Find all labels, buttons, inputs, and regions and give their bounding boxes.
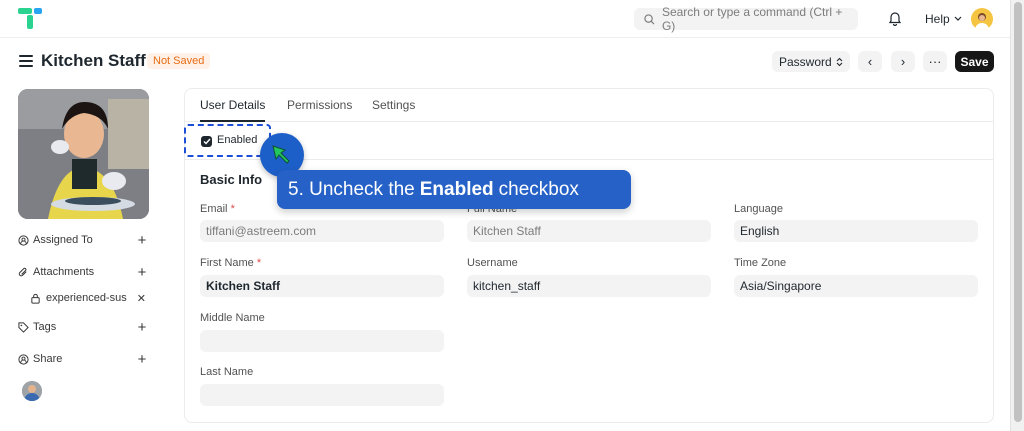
highlight-box [184, 124, 271, 157]
more-button[interactable]: ··· [923, 51, 947, 72]
email-label: Email * [200, 203, 235, 215]
next-icon: › [900, 54, 906, 69]
logo-icon[interactable] [18, 8, 44, 30]
sidebar-item-share[interactable]: Share + [18, 350, 148, 368]
sidebar-item-attachments[interactable]: Attachments + [18, 263, 148, 281]
menu-icon[interactable] [19, 55, 33, 67]
search-placeholder: Search or type a command (Ctrl + G) [661, 5, 843, 33]
top-navbar: Search or type a command (Ctrl + G) Help [0, 0, 1010, 38]
active-tab-indicator [200, 120, 265, 122]
help-label: Help [925, 12, 950, 26]
sidebar-item-assigned-to[interactable]: Assigned To + [18, 231, 148, 249]
help-menu[interactable]: Help [925, 12, 962, 26]
password-select[interactable]: Password [772, 51, 850, 72]
status-badge: Not Saved [147, 53, 211, 69]
full-name-field[interactable]: Kitchen Staff [467, 220, 711, 242]
chevron-down-icon [954, 16, 962, 21]
lock-icon [31, 293, 40, 304]
attachment-name[interactable]: experienced-sus [46, 292, 127, 304]
last-name-label: Last Name [200, 366, 254, 378]
sidebar-item-label: Share [33, 353, 63, 365]
chevron-updown-icon [836, 57, 843, 66]
form-card: User Details Permissions Settings Enable… [184, 88, 994, 423]
page-title: Kitchen Staff [41, 51, 146, 70]
tutorial-callout: 5. Uncheck the Enabled checkbox [277, 170, 631, 209]
email-field[interactable]: tiffani@astreem.com [200, 220, 444, 242]
next-button[interactable]: › [891, 51, 915, 72]
plus-icon[interactable]: + [136, 264, 148, 281]
paperclip-icon [18, 267, 27, 276]
middle-name-field[interactable] [200, 330, 444, 352]
callout-bold: Enabled [419, 178, 494, 200]
prev-button[interactable]: ‹ [858, 51, 882, 72]
tab-settings[interactable]: Settings [372, 98, 415, 112]
plus-icon[interactable]: + [136, 232, 148, 249]
tab-user-details[interactable]: User Details [200, 98, 265, 112]
language-label: Language [734, 203, 783, 215]
section-title: Basic Info [200, 172, 263, 187]
plus-icon[interactable]: + [136, 319, 148, 336]
user-check-icon [18, 234, 29, 246]
enabled-row: Enabled [185, 123, 993, 160]
tab-permissions[interactable]: Permissions [287, 98, 352, 112]
language-field[interactable]: English [734, 220, 978, 242]
scrollbar[interactable] [1010, 0, 1024, 431]
sidebar-item-tags[interactable]: Tags + [18, 318, 148, 336]
username-label: Username [467, 257, 518, 269]
callout-prefix: 5. Uncheck the [288, 178, 415, 200]
time-zone-label: Time Zone [734, 257, 787, 269]
prev-icon: ‹ [867, 54, 873, 69]
shared-user-avatar[interactable] [22, 381, 42, 401]
search-icon [644, 13, 655, 24]
bell-icon[interactable] [888, 11, 902, 26]
first-name-label: First Name * [200, 257, 262, 269]
save-button[interactable]: Save [955, 51, 994, 72]
sidebar-item-label: Assigned To [33, 234, 93, 246]
scrollbar-thumb[interactable] [1014, 2, 1022, 422]
sidebar-item-label: Tags [33, 321, 57, 333]
search-input[interactable]: Search or type a command (Ctrl + G) [634, 5, 858, 33]
more-icon: ··· [928, 54, 942, 69]
avatar[interactable] [971, 8, 993, 30]
time-zone-field[interactable]: Asia/Singapore [734, 275, 978, 297]
password-select-label: Password [779, 54, 832, 69]
tag-icon [18, 321, 29, 333]
callout-suffix: checkbox [498, 178, 579, 200]
username-field[interactable]: kitchen_staff [467, 275, 711, 297]
profile-image[interactable] [18, 89, 149, 219]
tab-bar: User Details Permissions Settings [185, 89, 993, 122]
cursor-arrow-icon [272, 145, 290, 164]
sidebar-item-label: Attachments [33, 266, 95, 278]
attachment-item[interactable]: experienced-sus ✕ [30, 290, 146, 306]
last-name-field[interactable] [200, 384, 444, 406]
middle-name-label: Middle Name [200, 312, 265, 324]
close-icon[interactable]: ✕ [137, 292, 146, 305]
first-name-field[interactable]: Kitchen Staff [200, 275, 444, 297]
share-icon [18, 353, 29, 365]
plus-icon[interactable]: + [136, 351, 148, 368]
